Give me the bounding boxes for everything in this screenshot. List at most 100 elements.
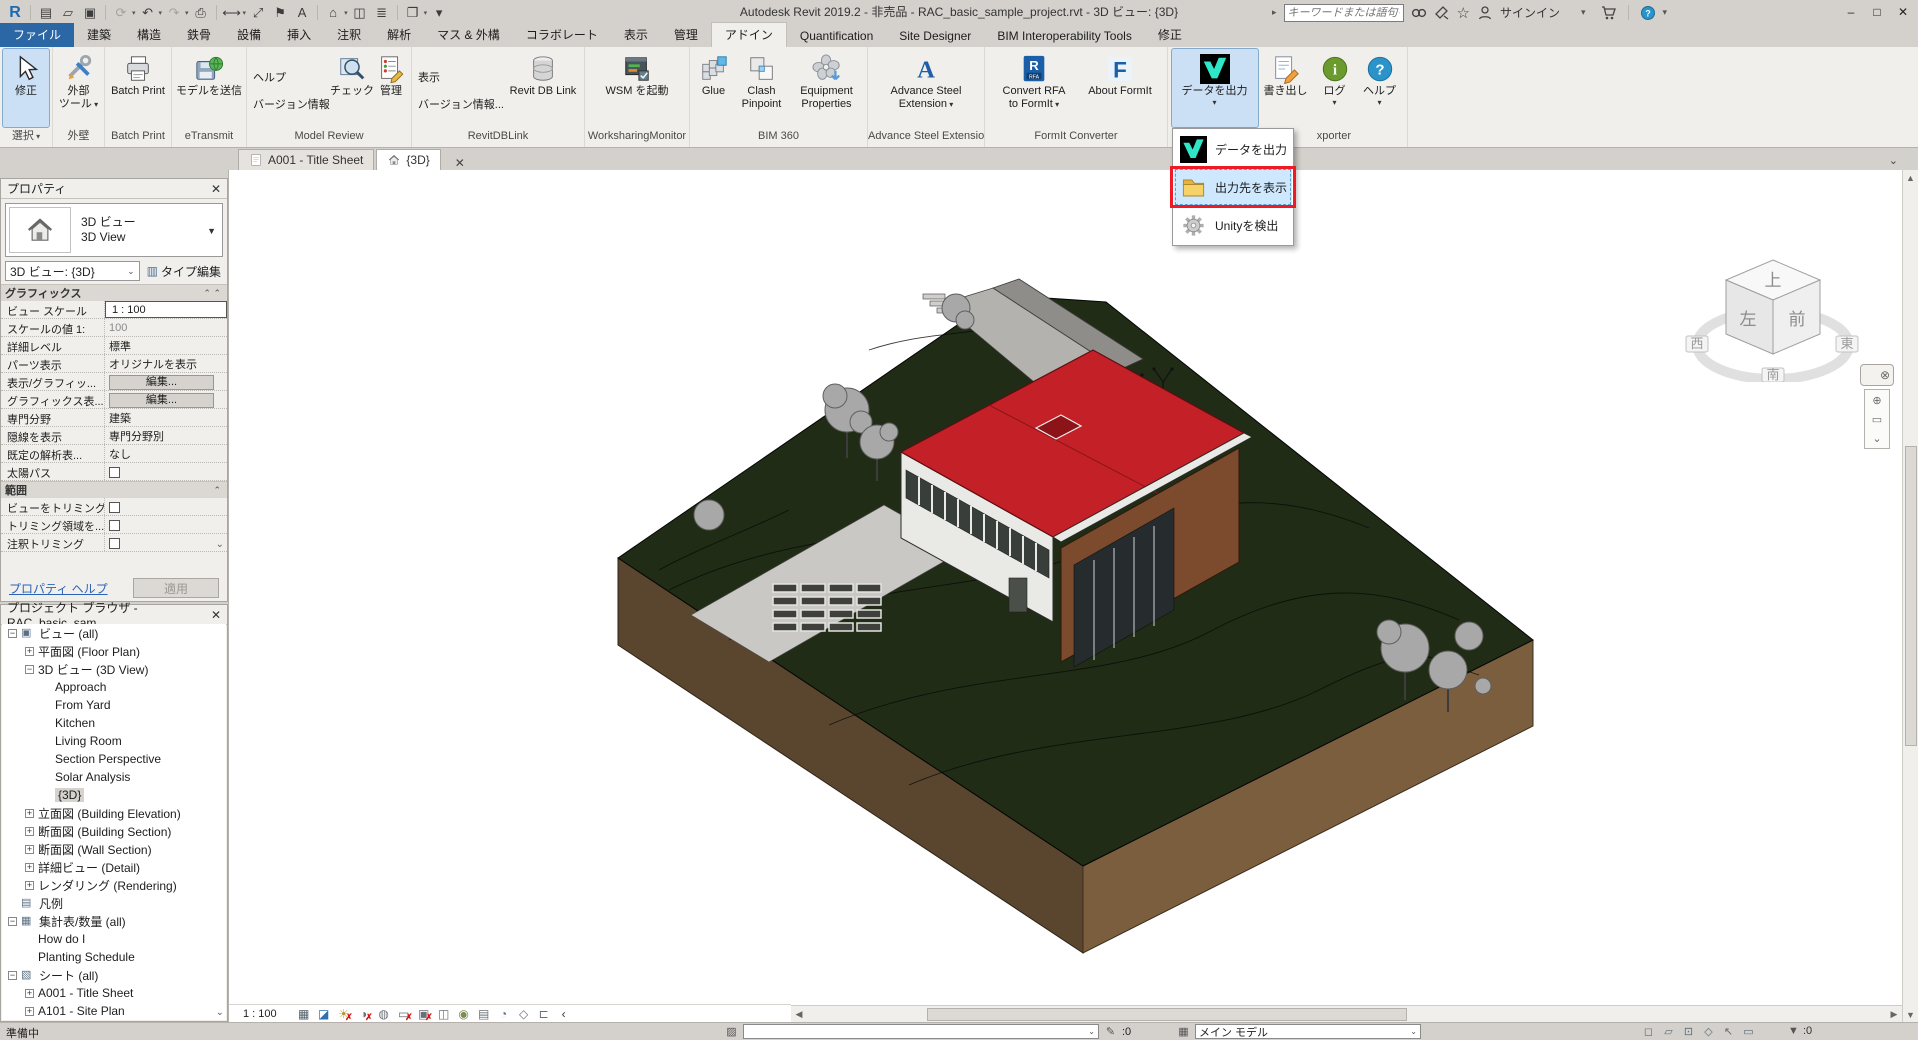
search-input[interactable] [1288,7,1400,19]
exclude-options-icon[interactable]: ▭ [1740,1024,1757,1039]
ribbon-panel-label-1[interactable]: 外壁 [53,127,104,147]
zoom-icon[interactable]: ⊕ [1867,392,1887,408]
maximize-button[interactable]: □ [1864,0,1890,23]
help-dropdown-arrow[interactable]: ▾ [1663,7,1668,18]
tree-item-7[interactable]: Section Perspective [2,750,226,768]
ribbon-panel-label-0[interactable]: 選択 ▾ [0,127,52,147]
tree-expander-icon[interactable]: + [25,827,34,836]
tree-item-12[interactable]: +断面図 (Wall Section) [2,840,226,858]
sign-in-label[interactable]: サインイン [1500,4,1560,21]
crop-region-visibility-icon[interactable]: ▣✗ [415,1006,433,1022]
ribbon-panel-label-8[interactable]: Advance Steel Extension [868,127,984,147]
reveal-constraints-icon[interactable]: ⊏ [535,1006,553,1022]
tree-expander-icon[interactable]: + [25,881,34,890]
reveal-hidden-elements-icon[interactable]: ◉ [455,1006,473,1022]
default-3d-view-button[interactable]: ⌂ [323,3,343,23]
ribbon-button-5-1[interactable]: Revit DB Link [504,49,582,127]
apply-button[interactable]: 適用 [133,578,219,598]
ribbon-panel-label-5[interactable]: RevitDBLink [412,127,584,147]
tree-expander-icon[interactable]: + [25,1007,34,1016]
temporary-view-properties-icon[interactable]: ▤ [475,1006,493,1022]
ribbon-tab-7[interactable]: 解析 [374,23,424,47]
ribbon-tab-11[interactable]: 管理 [661,23,711,47]
displaced-elements-icon[interactable]: ◇ [515,1006,533,1022]
ribbon-tab-12[interactable]: アドイン [711,22,787,47]
view-tab-0[interactable]: A001 - Title Sheet [238,149,374,170]
tree-item-15[interactable]: ▤凡例 [2,894,226,912]
tree-item-0[interactable]: −▣ビュー (all) [2,624,226,642]
navigation-wheel-button[interactable]: ⊗ [1860,364,1894,386]
property-value[interactable]: 建築 [105,409,227,426]
worksharing-display-icon[interactable]: ◔ [495,1006,513,1022]
ribbon-tab-2[interactable]: 構造 [124,23,174,47]
horizontal-scroll-thumb[interactable] [927,1008,1407,1021]
property-value[interactable]: なし [105,445,227,462]
revit-logo-button[interactable]: R [5,3,25,23]
communication-center-icon[interactable] [1434,4,1450,22]
view-tab-overflow-icon[interactable]: ⌄ [1889,154,1898,167]
ribbon-button-2-0[interactable]: Batch Print [106,49,170,127]
ribbon-panel-label-4[interactable]: Model Review [247,127,411,147]
ribbon-button-7-0[interactable]: Glue [694,49,734,127]
select-links-icon[interactable]: ◻ [1640,1024,1657,1039]
ribbon-tab-6[interactable]: 注釈 [324,23,374,47]
project-browser-close-icon[interactable]: ✕ [211,608,221,622]
show-rendering-dialog-icon[interactable]: ◍ [375,1006,393,1022]
tree-item-14[interactable]: +レンダリング (Rendering) [2,876,226,894]
ribbon-tab-5[interactable]: 挿入 [274,23,324,47]
user-icon[interactable] [1477,4,1493,22]
measure-button[interactable]: ⟷ [222,3,242,23]
ribbon-button-7-1[interactable]: ClashPinpoint [734,49,790,127]
ribbon-button-10-1[interactable]: 書き出し [1258,49,1314,127]
synchronize-dropdown-arrow[interactable]: ▾ [132,9,136,17]
redo-dropdown-arrow[interactable]: ▾ [185,9,189,17]
property-value-input[interactable]: 1 : 100 [105,301,227,318]
vertical-scroll-thumb[interactable] [1905,446,1917,746]
visual-style-icon[interactable]: ◪ [315,1006,333,1022]
tag-by-category-button[interactable]: ⚑ [270,3,290,23]
ribbon-tab-0[interactable]: ファイル [0,23,74,47]
ribbon-button-9-1[interactable]: FAbout FormIt [1078,49,1162,127]
editing-requests-icon[interactable]: ✎ [1103,1025,1118,1039]
ribbon-tab-9[interactable]: コラボレート [513,23,611,47]
viewcube-front-label[interactable]: 前 [1789,310,1806,329]
property-checkbox[interactable] [109,538,120,549]
ribbon-tab-16[interactable]: 修正 [1145,23,1195,47]
tree-item-8[interactable]: Solar Analysis [2,768,226,786]
text-button[interactable]: A [292,3,312,23]
tree-item-3[interactable]: Approach [2,678,226,696]
property-value[interactable]: 100 [105,319,227,336]
properties-close-icon[interactable]: ✕ [211,182,221,196]
ribbon-button-0-0[interactable]: 修正 [3,49,49,127]
edit-type-button[interactable]: ▥ タイプ編集 [145,263,223,280]
ribbon-small-button-4-0-1[interactable]: バージョン情報 [249,97,334,113]
help-icon[interactable]: ? [1640,4,1656,22]
tree-expander-icon[interactable]: + [25,863,34,872]
tree-item-19[interactable]: −▧シート (all) [2,966,226,984]
detail-level-icon[interactable]: ▦ [295,1006,313,1022]
browser-scroll-down-icon[interactable]: ⌄ [216,1007,224,1018]
search-go-icon[interactable] [1411,4,1427,22]
ribbon-button-9-0[interactable]: RRFAConvert RFAto FormIt ▾ [990,49,1078,127]
ribbon-small-button-5-0-0[interactable]: 表示 [414,70,444,86]
ribbon-button-3-0[interactable]: モデルを送信 [172,49,246,127]
close-button[interactable]: ✕ [1890,0,1916,23]
design-options-combo[interactable]: メイン モデル⌄ [1195,1024,1421,1039]
viewcube-left-label[interactable]: 左 [1740,310,1757,329]
collapse-section-icon[interactable]: ⌃ ⌃ [203,288,221,299]
undo-dropdown-arrow[interactable]: ▾ [159,9,163,17]
ribbon-button-1-0[interactable]: 外部ツール ▾ [55,49,103,127]
edit-button[interactable]: 編集... [109,375,214,390]
collapse-range-icon[interactable]: ⌃ [213,485,221,496]
switch-windows-button[interactable]: ❐ [403,3,423,23]
tree-item-5[interactable]: Kitchen [2,714,226,732]
dropdown-item-1[interactable]: 出力先を表示 [1174,168,1292,206]
scroll-left-arrow[interactable]: ◀ [791,1007,807,1022]
viewcube-east-label[interactable]: 東 [1840,336,1853,351]
infocenter-collapse-icon[interactable]: ▸ [1272,7,1277,18]
collapse-icon[interactable]: ‹ [555,1006,573,1022]
ribbon-button-4-1[interactable]: チェック [331,49,373,127]
tree-expander-icon[interactable]: + [25,989,34,998]
ribbon-tab-1[interactable]: 建築 [74,23,124,47]
drawing-area[interactable]: 西 東 南 上 左 前 ⊗ ⊕ ▭ ⌄ 1 : 1 [228,170,1902,1022]
